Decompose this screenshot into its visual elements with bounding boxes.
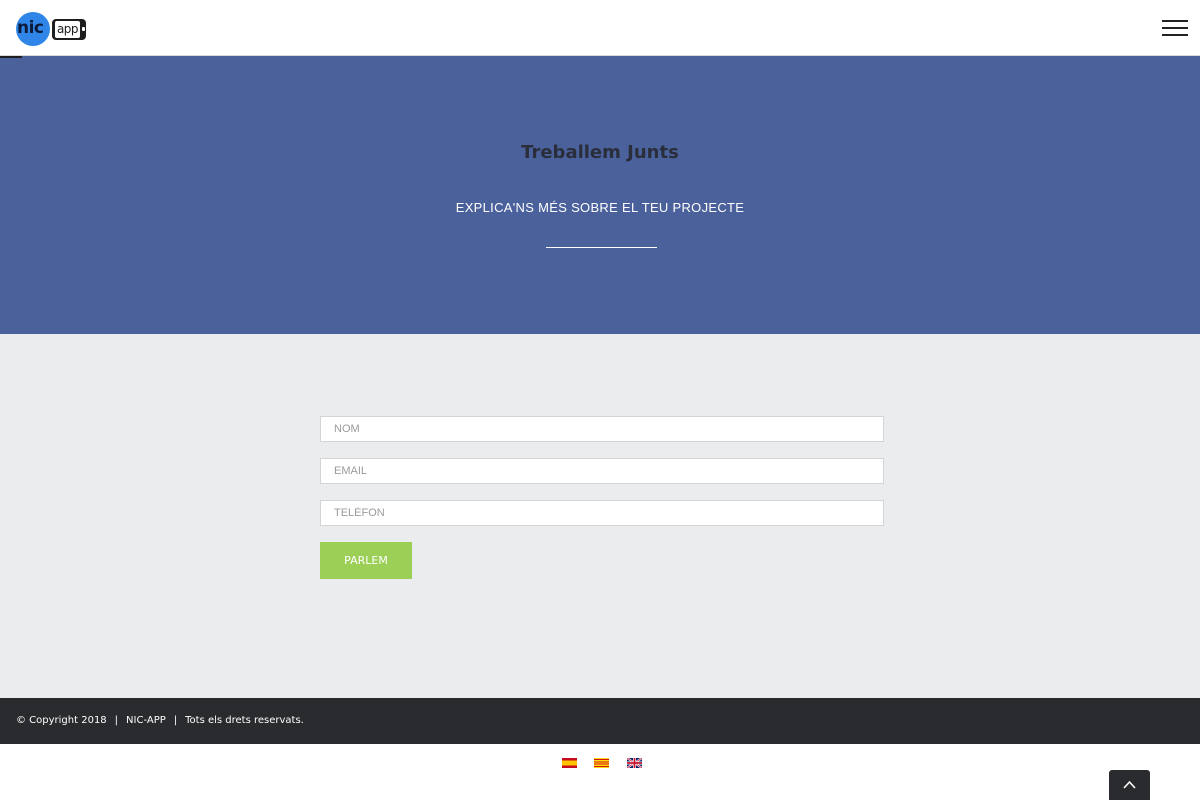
submit-button[interactable]: PARLEM <box>320 542 412 579</box>
footer-rights: Tots els drets reservats. <box>185 715 304 726</box>
logo-phone-icon: app <box>52 19 86 40</box>
catalonia-flag-icon[interactable] <box>594 758 609 768</box>
site-header: nic app <box>0 0 1200 56</box>
site-footer: © Copyright 2018 | NIC-APP | Tots els drets … <box>0 698 1200 744</box>
footer-separator: | <box>173 715 178 726</box>
footer-brand: NIC-APP <box>126 715 166 726</box>
phone-field[interactable] <box>320 500 884 526</box>
logo-phone-text: app <box>55 21 80 38</box>
footer-copyright: © Copyright 2018 | NIC-APP | Tots els drets … <box>16 715 304 726</box>
contact-form-section: PARLEM <box>0 334 1200 698</box>
decorative-line <box>0 56 22 58</box>
chevron-up-icon <box>1123 780 1136 789</box>
scroll-to-top-button[interactable] <box>1109 770 1150 800</box>
logo-circle: nic <box>16 12 50 46</box>
hero-banner: Treballem Junts EXPLICA'NS MÉS SOBRE EL … <box>0 56 1200 334</box>
spain-flag-icon[interactable] <box>562 758 577 768</box>
language-bar <box>0 744 1200 800</box>
copyright-text: © Copyright 2018 <box>16 715 107 726</box>
nic-app-logo[interactable]: nic app <box>16 12 88 46</box>
footer-separator: | <box>114 715 119 726</box>
email-field[interactable] <box>320 458 884 484</box>
hero-subtitle: EXPLICA'NS MÉS SOBRE EL TEU PROJECTE <box>455 200 745 215</box>
hamburger-menu-icon[interactable] <box>1162 19 1188 37</box>
hero-title: Treballem Junts <box>521 142 679 163</box>
hero-divider <box>546 247 657 248</box>
name-field[interactable] <box>320 416 884 442</box>
uk-flag-icon[interactable] <box>627 758 642 768</box>
